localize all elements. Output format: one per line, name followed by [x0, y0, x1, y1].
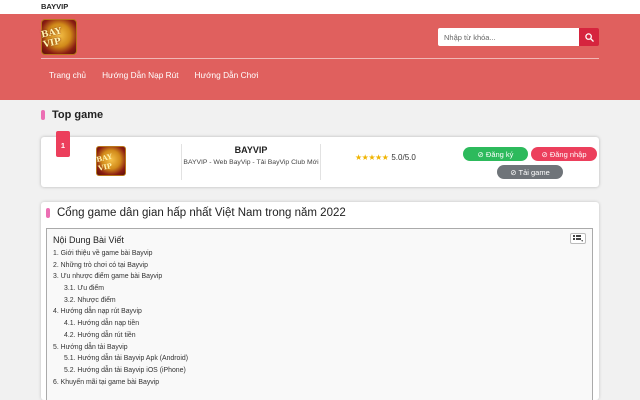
- game-rating: ★★★★★ 5.0/5.0: [355, 153, 416, 162]
- top-game-heading-text: Top game: [52, 109, 104, 121]
- nav-item-home[interactable]: Trang chủ: [41, 70, 86, 80]
- game-logo[interactable]: BAY VIP: [95, 146, 126, 176]
- toc-title: Nội Dung Bài Viết: [53, 235, 124, 245]
- toc-item[interactable]: 1. Giới thiệu về game bài Bayvip: [53, 248, 188, 260]
- search-form: [438, 28, 599, 46]
- login-button[interactable]: ⊘ Đăng nhập: [531, 147, 597, 161]
- toc-subitem[interactable]: 4.1. Hướng dẫn nạp tiền: [53, 318, 188, 330]
- toc-subitem[interactable]: 3.2. Nhược điểm: [53, 295, 188, 307]
- download-game-button[interactable]: ⊘ Tải game: [497, 165, 563, 179]
- toc-subitem[interactable]: 5.2. Hướng dẫn tải Bayvip iOS (iPhone): [53, 365, 188, 377]
- game-logo-text: BAY VIP: [95, 151, 113, 173]
- search-button[interactable]: [579, 28, 599, 46]
- main-nav: Trang chủ Hướng Dẫn Nạp Rút Hướng Dẫn Ch…: [41, 70, 274, 80]
- toc-subitem[interactable]: 3.1. Ưu điểm: [53, 283, 188, 295]
- site-logo[interactable]: BAY VIP: [40, 19, 77, 55]
- search-input[interactable]: [438, 28, 579, 46]
- toc-item[interactable]: 4. Hướng dẫn nạp rút Bayvip: [53, 306, 188, 318]
- game-name[interactable]: BAYVIP: [182, 145, 320, 155]
- search-icon: [584, 32, 594, 42]
- article-heading: Cổng game dân gian hấp nhất Việt Nam tro…: [46, 207, 346, 219]
- nav-item-deposit-withdraw-guide[interactable]: Hướng Dẫn Nạp Rút: [102, 70, 178, 80]
- toc-subitem[interactable]: 4.2. Hướng dẫn rút tiền: [53, 330, 188, 342]
- list-toggle-icon: [573, 235, 583, 242]
- heading-accent-bar: [41, 110, 45, 120]
- toc-item[interactable]: 6. Khuyến mãi tại game bài Bayvip: [53, 377, 188, 389]
- toc-item[interactable]: 5. Hướng dẫn tải Bayvip: [53, 342, 188, 354]
- top-game-card: 1 BAY VIP BAYVIP BAYVIP - Web BayVip - T…: [41, 131, 599, 187]
- game-info: BAYVIP BAYVIP - Web BayVip - Tải BayVip …: [181, 144, 321, 180]
- toc-list: 1. Giới thiệu về game bài Bayvip 2. Nhữn…: [53, 248, 188, 388]
- toc-item[interactable]: 2. Những trò chơi có tại Bayvip: [53, 260, 188, 272]
- logo-text: BAY VIP: [40, 26, 63, 51]
- site-name-bar: BAYVIP: [0, 0, 640, 14]
- toc-subitem[interactable]: 5.1. Hướng dẫn tải Bayvip Apk (Android): [53, 353, 188, 365]
- register-button[interactable]: ⊘ Đăng ký: [463, 147, 528, 161]
- toc-toggle-button[interactable]: [570, 233, 586, 244]
- heading-accent-bar: [46, 208, 50, 218]
- article-card: Cổng game dân gian hấp nhất Việt Nam tro…: [41, 202, 599, 400]
- article-title: Cổng game dân gian hấp nhất Việt Nam tro…: [57, 207, 346, 219]
- nav-item-play-guide[interactable]: Hướng Dẫn Chơi: [195, 70, 259, 80]
- site-header: BAY VIP Trang chủ Hướng Dẫn Nạp Rút Hướn…: [0, 14, 640, 100]
- rating-value: 5.0/5.0: [391, 153, 416, 162]
- site-name: BAYVIP: [41, 2, 69, 11]
- top-game-heading: Top game: [41, 109, 103, 121]
- game-description: BAYVIP - Web BayVip - Tải BayVip Club Mớ…: [183, 159, 319, 166]
- table-of-contents: Nội Dung Bài Viết 1. Giới thiệu về game …: [46, 228, 593, 400]
- rank-badge: 1: [56, 131, 70, 157]
- header-divider: [41, 58, 599, 59]
- toc-item[interactable]: 3. Ưu nhược điểm game bài Bayvip: [53, 271, 188, 283]
- rating-stars: ★★★★★: [355, 153, 389, 162]
